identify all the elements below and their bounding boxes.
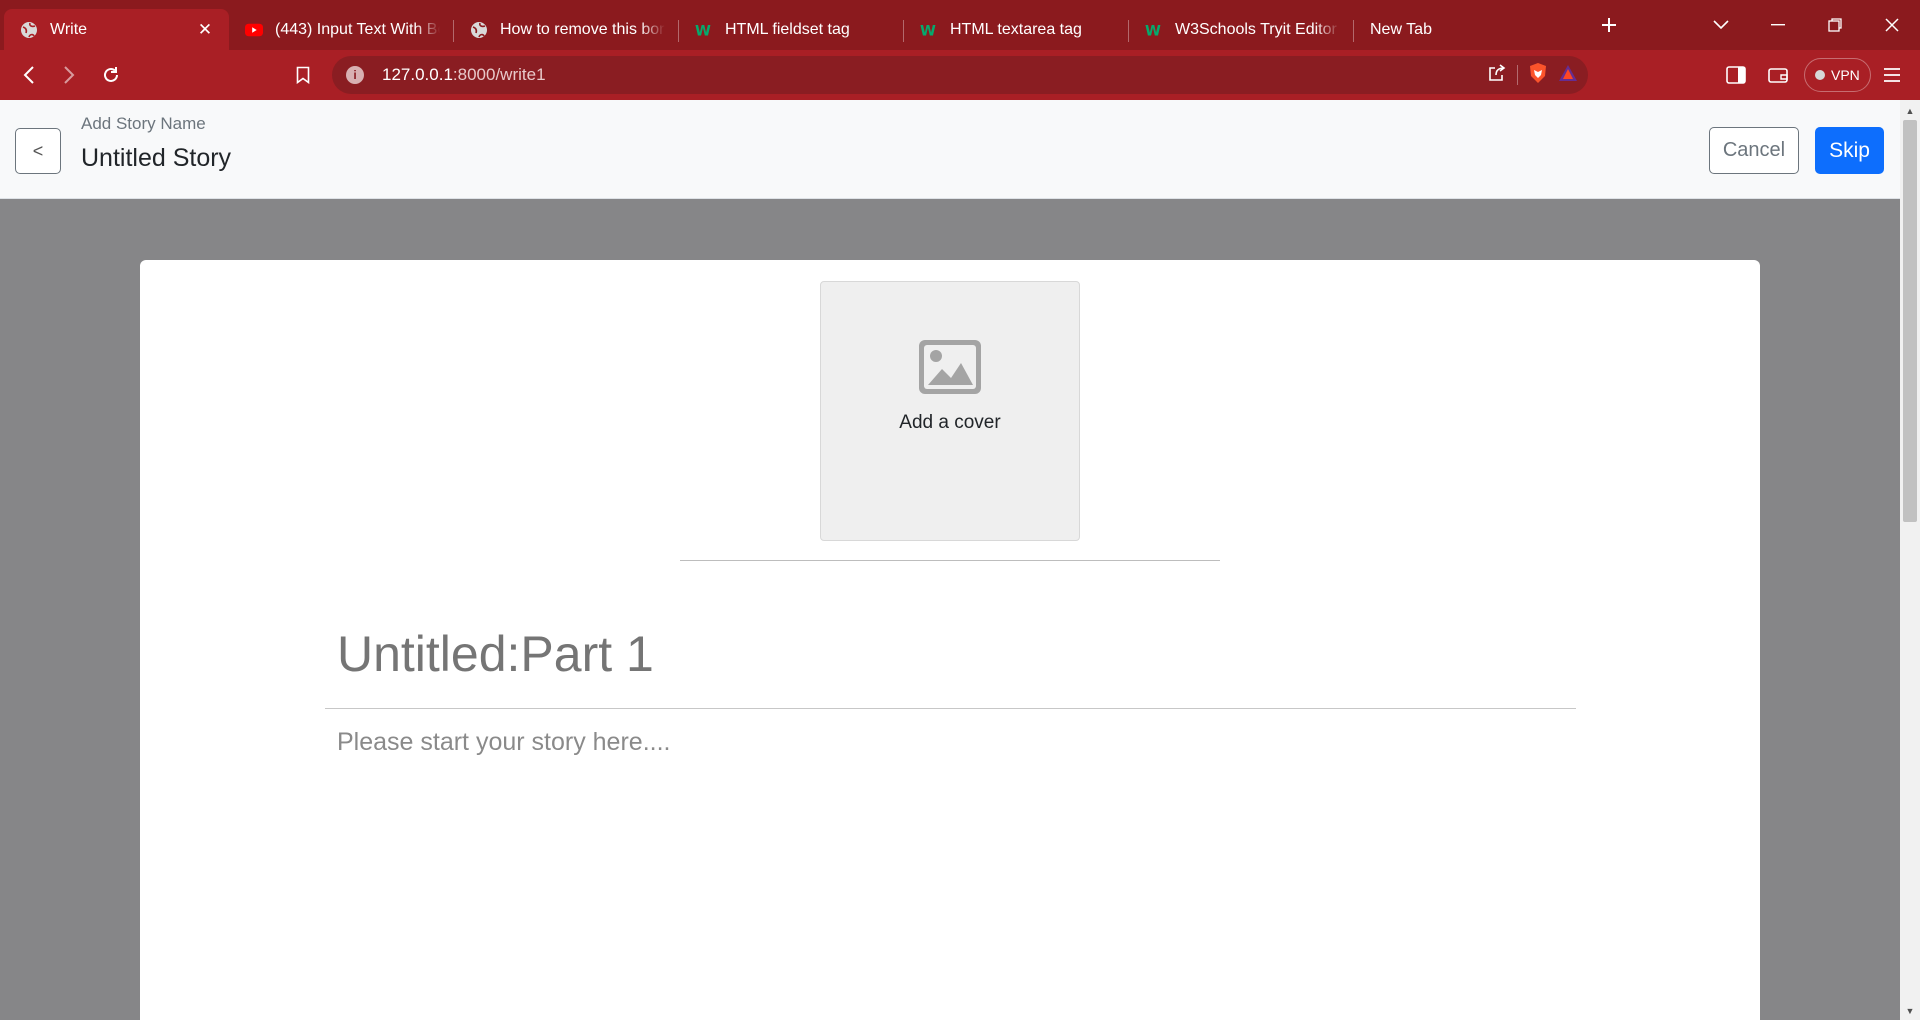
svg-text:W: W <box>1145 23 1161 38</box>
divider <box>680 560 1220 561</box>
forward-nav-button[interactable] <box>49 55 89 95</box>
tab-search-button[interactable] <box>1692 0 1749 50</box>
close-icon <box>1884 18 1899 32</box>
svg-text:W: W <box>695 23 711 38</box>
tab-title: HTML textarea tag <box>950 20 1082 38</box>
story-body-textarea[interactable]: Please start your story here.... <box>337 728 1537 757</box>
tab-remove-border[interactable]: How to remove this border <box>454 9 679 50</box>
window-controls <box>1692 0 1920 50</box>
plus-icon <box>1602 18 1616 32</box>
vpn-status-icon <box>1815 70 1825 80</box>
chevron-down-icon <box>1712 20 1729 30</box>
restore-icon <box>1827 18 1842 32</box>
skip-button[interactable]: Skip <box>1815 127 1884 174</box>
reload-icon <box>104 67 118 82</box>
close-window-button[interactable] <box>1863 0 1920 50</box>
globe-icon <box>470 21 488 39</box>
vpn-button[interactable]: VPN <box>1804 58 1871 92</box>
w3schools-icon: W <box>920 21 938 39</box>
sidebar-icon <box>1726 66 1746 84</box>
tab-title: How to remove this border <box>500 20 665 38</box>
separator <box>1517 65 1518 85</box>
minimize-icon <box>1770 24 1785 26</box>
menu-button[interactable] <box>1872 55 1912 95</box>
restore-button[interactable] <box>1806 0 1863 50</box>
hamburger-icon <box>1884 68 1900 82</box>
tab-youtube[interactable]: (443) Input Text With Border <box>229 9 454 50</box>
scroll-thumb[interactable] <box>1903 120 1917 522</box>
url-path: :8000/write1 <box>452 65 546 84</box>
tab-tryit[interactable]: W W3Schools Tryit Editor <box>1129 9 1354 50</box>
bookmark-icon <box>296 66 310 84</box>
scroll-up-arrow-icon[interactable]: ▲ <box>1900 102 1920 120</box>
minimize-button[interactable] <box>1749 0 1806 50</box>
w3schools-icon: W <box>695 21 713 39</box>
sidebar-button[interactable] <box>1716 55 1756 95</box>
cancel-button[interactable]: Cancel <box>1709 127 1799 174</box>
tab-title: (443) Input Text With Border <box>275 20 440 38</box>
tab-title: HTML fieldset tag <box>725 20 850 38</box>
tab-write[interactable]: Write ✕ <box>4 9 229 50</box>
bookmark-button[interactable] <box>283 55 323 95</box>
back-button[interactable]: < <box>15 128 61 174</box>
site-info-icon[interactable]: i <box>346 66 364 84</box>
svg-text:W: W <box>920 23 936 38</box>
brave-rewards-icon[interactable] <box>1558 64 1578 87</box>
part-title-input[interactable]: Untitled:Part 1 <box>337 625 654 683</box>
tab-title: Write <box>50 20 88 38</box>
w3schools-icon: W <box>1145 21 1163 39</box>
image-icon <box>919 340 981 394</box>
divider <box>325 708 1576 709</box>
tab-fieldset[interactable]: W HTML fieldset tag <box>679 9 904 50</box>
reload-button[interactable] <box>91 55 131 95</box>
address-bar-actions <box>1487 56 1578 94</box>
wallet-button[interactable] <box>1758 55 1798 95</box>
story-header: < Add Story Name Untitled Story Cancel S… <box>0 100 1900 199</box>
tab-new[interactable]: New Tab <box>1354 9 1584 50</box>
youtube-icon <box>245 21 263 39</box>
brave-shields-icon[interactable] <box>1528 62 1548 89</box>
arrow-left-icon <box>23 66 34 84</box>
story-name-label: Add Story Name <box>81 114 206 133</box>
tab-textarea[interactable]: W HTML textarea tag <box>904 9 1129 50</box>
back-nav-button[interactable] <box>9 55 49 95</box>
tab-strip: Write ✕ (443) Input Text With Border How… <box>0 0 1920 50</box>
url-host: 127.0.0.1 <box>382 65 453 84</box>
add-cover-button[interactable]: Add a cover <box>820 281 1080 541</box>
wallet-icon <box>1768 68 1788 83</box>
editor-card: Add a cover Untitled:Part 1 Please start… <box>140 260 1760 1020</box>
globe-icon <box>20 21 38 39</box>
close-icon[interactable]: ✕ <box>195 20 215 40</box>
browser-toolbar: i 127.0.0.1:8000/write1 VPN <box>0 50 1920 100</box>
tab-title: W3Schools Tryit Editor <box>1175 20 1337 38</box>
vpn-label: VPN <box>1831 67 1860 83</box>
tab-title: New Tab <box>1370 20 1432 38</box>
new-tab-button[interactable] <box>1584 0 1634 50</box>
address-bar[interactable]: i 127.0.0.1:8000/write1 <box>332 56 1588 94</box>
share-icon[interactable] <box>1487 63 1507 88</box>
scroll-down-arrow-icon[interactable]: ▼ <box>1900 1002 1920 1020</box>
add-cover-label: Add a cover <box>899 412 1001 433</box>
page-viewport: < Add Story Name Untitled Story Cancel S… <box>0 100 1900 1020</box>
page-scrollbar[interactable]: ▲ ▼ <box>1900 100 1920 1020</box>
story-title: Untitled Story <box>81 144 232 172</box>
arrow-right-icon <box>64 66 75 84</box>
